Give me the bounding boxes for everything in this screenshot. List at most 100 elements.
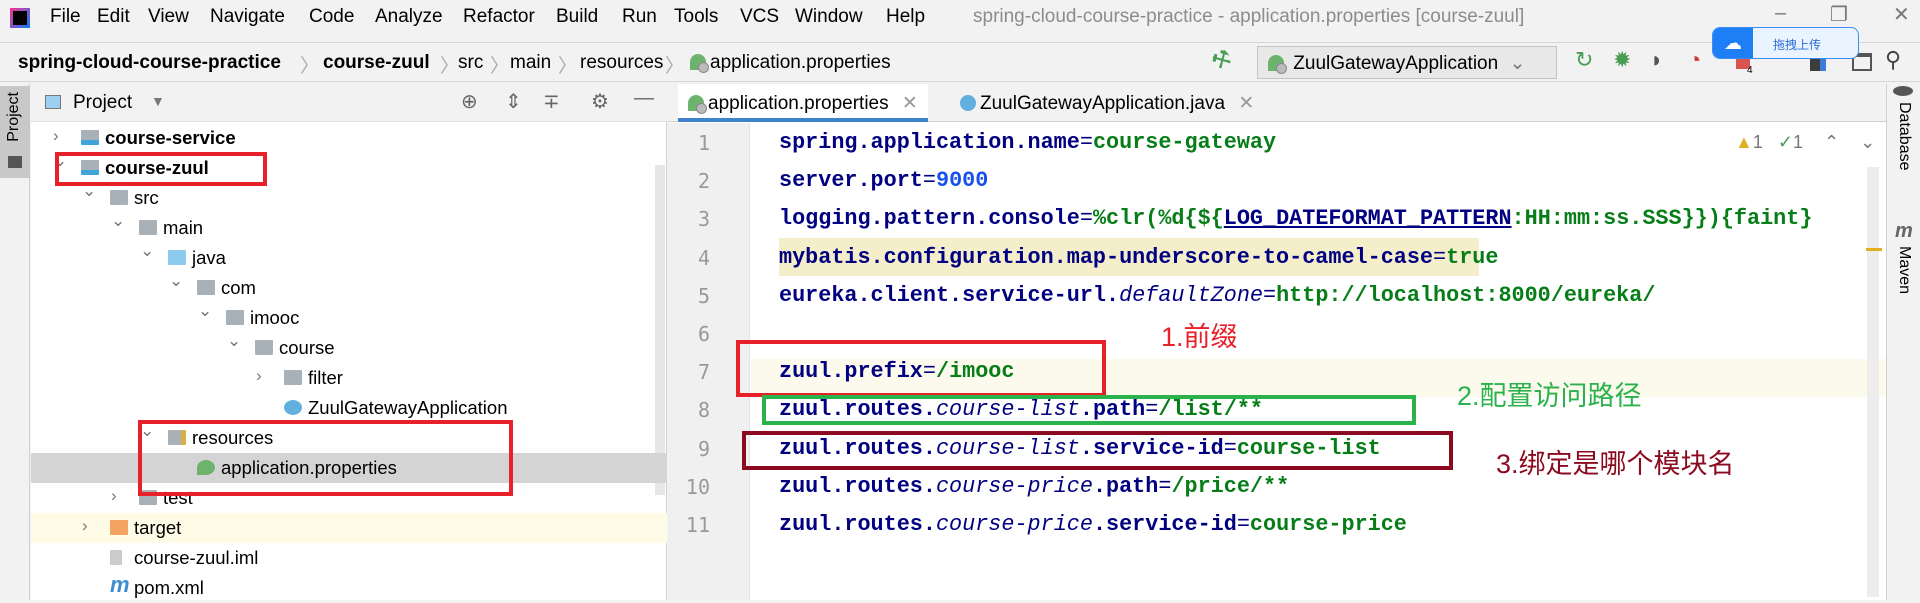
menu-help[interactable]: Help [886, 6, 925, 28]
menu-navigate[interactable]: Navigate [210, 6, 285, 28]
editor-tabs: application.properties ✕ ZuulGatewayAppl… [668, 84, 1886, 122]
debug-bug-icon[interactable]: ✹ [1613, 47, 1631, 73]
property-key: logging.pattern.console [779, 206, 1080, 232]
folder-icon [8, 156, 22, 168]
chevron-down-icon[interactable]: ⌄ [198, 301, 212, 321]
menu-build[interactable]: Build [556, 6, 598, 28]
property-key-segment: defaultZone [1119, 282, 1263, 308]
code-line[interactable]: zuul.routes.course-price.service-id=cour… [779, 506, 1407, 544]
tree-item[interactable]: › filter [31, 363, 667, 393]
breadcrumb-resources[interactable]: resources [580, 52, 663, 74]
chevron-down-icon[interactable]: ⌄ [169, 271, 183, 291]
close-window-button[interactable]: ✕ [1893, 2, 1910, 27]
tree-item[interactable]: ⌄ imooc [31, 301, 667, 333]
tree-item[interactable]: ⌄ main [31, 211, 667, 243]
tree-item[interactable]: m pom.xml [31, 572, 667, 603]
search-icon[interactable]: ⚲ [1885, 47, 1901, 73]
code-line[interactable]: eureka.client.service-url.defaultZone=ht… [779, 277, 1655, 315]
menu-refactor[interactable]: Refactor [463, 6, 535, 28]
run-config-select[interactable]: ZuulGatewayApplication ⌄ [1257, 46, 1557, 79]
menu-run[interactable]: Run [622, 6, 657, 28]
equals-sign: = [1158, 473, 1172, 499]
collapse-all-icon[interactable]: ∓ [543, 89, 560, 114]
tree-item[interactable]: › course-service [31, 123, 667, 153]
property-key: mybatis.configuration.map-underscore-to-… [779, 244, 1434, 270]
chevron-right-icon[interactable]: › [82, 516, 88, 536]
previous-highlight-icon[interactable]: ⌃ [1824, 132, 1839, 152]
tree-item[interactable]: ⌄ course [31, 331, 667, 363]
menu-view[interactable]: View [148, 6, 189, 28]
spring-properties-icon [690, 54, 709, 73]
line-number: 4 [697, 245, 710, 270]
breadcrumb-file[interactable]: application.properties [690, 52, 891, 74]
chevron-down-icon[interactable]: ⌄ [140, 241, 154, 261]
property-value: http://localhost:8000/eureka/ [1276, 282, 1656, 308]
database-tool-tab[interactable]: Database [1895, 102, 1913, 171]
tree-item[interactable]: ⌄ java [31, 241, 667, 273]
chevron-right-icon[interactable]: › [256, 366, 262, 386]
breadcrumb-main[interactable]: main [510, 52, 551, 74]
tab-application-properties[interactable]: application.properties ✕ [678, 84, 928, 122]
chevron-down-icon: ⌄ [1509, 53, 1526, 74]
expand-all-icon[interactable]: ⇕ [505, 89, 522, 114]
annotation-service-id: 3.绑定是哪个模块名 [1496, 449, 1735, 479]
minimize-button[interactable]: – [1775, 2, 1786, 25]
rerun-icon[interactable]: ↻ [1575, 47, 1593, 73]
tab-label: ZuulGatewayApplication.java [980, 93, 1226, 114]
package-icon [197, 280, 215, 295]
menu-window[interactable]: Window [795, 6, 863, 28]
window-title: spring-cloud-course-practice - applicati… [973, 6, 1525, 27]
package-icon [226, 310, 244, 325]
chevron-right-icon[interactable]: › [53, 126, 59, 146]
tree-item[interactable]: course-zuul.iml [31, 543, 667, 573]
typo-count[interactable]: 1 [1793, 132, 1803, 152]
editor-scrollbar[interactable] [1867, 167, 1879, 597]
chevron-down-icon[interactable]: ▼ [151, 93, 165, 109]
code-line[interactable]: mybatis.configuration.map-underscore-to-… [779, 239, 1498, 277]
maven-tool-tab[interactable]: Maven [1895, 246, 1913, 294]
line-number: 5 [697, 283, 710, 308]
breadcrumb-module[interactable]: course-zuul [323, 52, 430, 74]
line-number: 10 [685, 474, 710, 499]
tab-label: application.properties [708, 93, 889, 114]
project-tool-tab[interactable]: Project [0, 86, 30, 178]
coverage-icon[interactable]: ◗ [1650, 47, 1663, 73]
menu-edit[interactable]: Edit [97, 6, 130, 28]
upload-widget[interactable]: ☁ 拖拽上传 [1712, 27, 1859, 59]
spring-class-icon [284, 400, 302, 415]
code-line[interactable]: logging.pattern.console=%clr(%d{${LOG_DA… [779, 200, 1864, 238]
breadcrumb-src[interactable]: src [458, 52, 483, 74]
equals-sign: = [1262, 282, 1277, 308]
breadcrumb-separator: 〉 [665, 56, 685, 77]
code-line[interactable]: server.port=9000 [779, 162, 988, 200]
next-highlight-icon[interactable]: ⌄ [1860, 132, 1875, 152]
menu-file[interactable]: File [50, 6, 81, 28]
locate-file-icon[interactable]: ⊕ [461, 89, 478, 114]
menu-code[interactable]: Code [309, 6, 354, 28]
tree-item[interactable]: ⌄ src [31, 181, 667, 213]
menu-analyze[interactable]: Analyze [375, 6, 443, 28]
menu-vcs[interactable]: VCS [740, 6, 779, 28]
code-line[interactable]: zuul.routes.course-price.path=/price/** [779, 468, 1289, 506]
chevron-right-icon[interactable]: › [111, 486, 117, 506]
tree-item[interactable]: ⌄ com [31, 271, 667, 303]
tab-zuul-gateway-application[interactable]: ZuulGatewayApplication.java ✕ [950, 84, 1264, 122]
breadcrumb-project[interactable]: spring-cloud-course-practice [18, 52, 281, 74]
tree-item[interactable]: › target [31, 513, 667, 543]
tree-item-label: imooc [250, 307, 300, 328]
chevron-down-icon[interactable]: ⌄ [227, 331, 241, 351]
build-hammer-icon[interactable]: ⚒ [1207, 44, 1237, 76]
hide-panel-icon[interactable]: — [634, 87, 654, 110]
menu-tools[interactable]: Tools [674, 6, 718, 28]
project-view-title[interactable]: Project [73, 92, 132, 114]
close-tab-icon[interactable]: ✕ [902, 93, 918, 114]
warning-count[interactable]: 1 [1753, 132, 1763, 152]
close-tab-icon[interactable]: ✕ [1238, 93, 1254, 114]
project-view-icon [45, 95, 61, 109]
code-line[interactable]: spring.application.name=course-gateway [779, 124, 1276, 162]
chevron-down-icon[interactable]: ⌄ [111, 211, 125, 231]
restore-button[interactable]: ❐ [1830, 2, 1848, 27]
gear-icon[interactable]: ⚙ [591, 89, 609, 114]
profile-icon[interactable]: ◔ [1688, 47, 1701, 73]
tree-item[interactable]: ZuulGatewayApplication [31, 393, 667, 423]
